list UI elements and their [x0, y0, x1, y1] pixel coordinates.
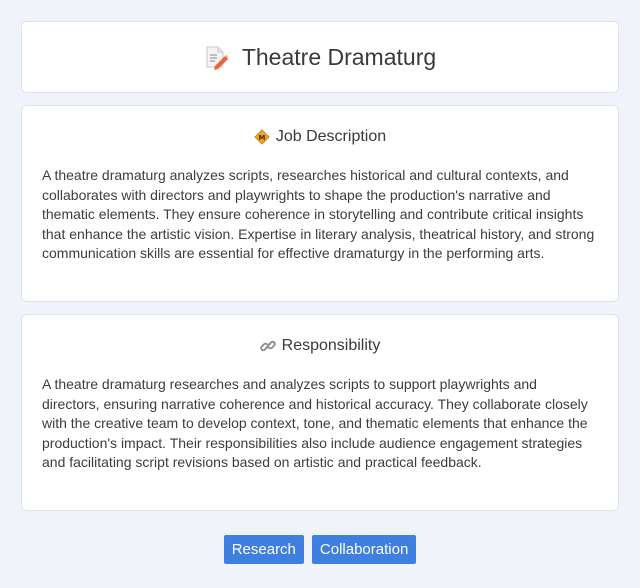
job-description-title: Job Description [275, 128, 387, 145]
responsibility-heading: Responsibility [22, 337, 618, 355]
diamond-sign-icon: M [254, 129, 270, 145]
job-description-card: M Job Description A theatre dramaturg an… [21, 105, 619, 302]
page-title: Theatre Dramaturg [241, 43, 437, 70]
tag-list: Research Collaboration [0, 535, 640, 564]
tag-research[interactable]: Research [223, 535, 304, 564]
svg-text:M: M [258, 134, 265, 142]
job-description-text: A theatre dramaturg analyzes scripts, re… [42, 167, 595, 261]
header-card: Theatre Dramaturg [21, 21, 619, 93]
link-icon [259, 338, 276, 354]
responsibility-title: Responsibility [281, 337, 381, 354]
memo-pencil-icon [204, 44, 228, 70]
responsibility-card: Responsibility A theatre dramaturg resea… [21, 314, 619, 511]
responsibility-text: A theatre dramaturg researches and analy… [42, 376, 588, 470]
tag-collaboration[interactable]: Collaboration [311, 535, 417, 564]
job-description-heading: M Job Description [22, 128, 618, 146]
